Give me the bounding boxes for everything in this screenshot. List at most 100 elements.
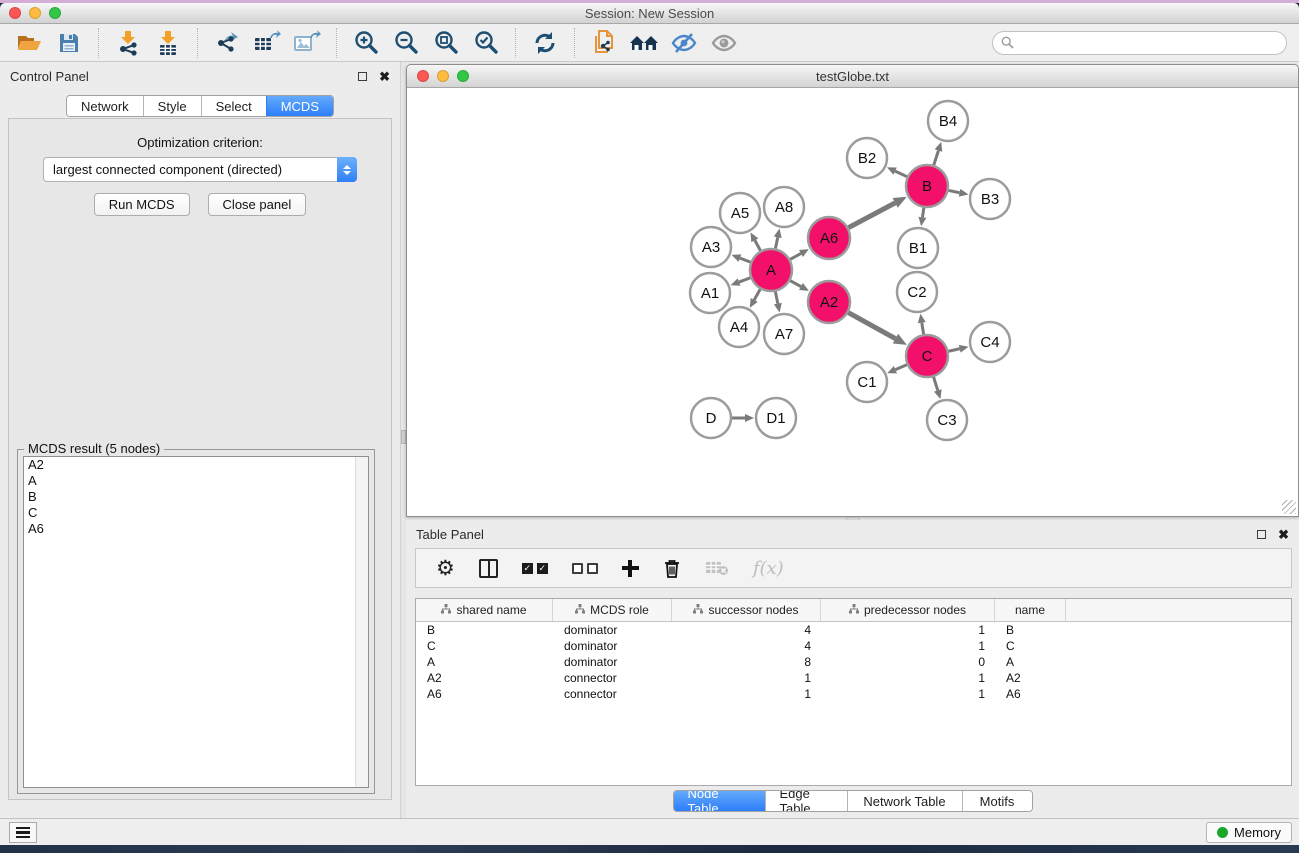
tab-network-table[interactable]: Network Table [847, 791, 962, 811]
table-cell: dominator [553, 639, 672, 653]
graph-node-label: B2 [858, 150, 876, 167]
minimize-window-button[interactable] [29, 7, 41, 19]
tab-edge-table[interactable]: Edge Table [765, 791, 847, 811]
table-options-gear-icon[interactable]: ⚙ [436, 556, 455, 580]
function-builder-icon[interactable]: f(x) [753, 556, 784, 580]
table-cell: dominator [553, 623, 672, 637]
graph-edge-A6-B[interactable] [848, 203, 895, 228]
import-network-icon[interactable] [113, 28, 143, 58]
tab-motifs[interactable]: Motifs [962, 791, 1032, 811]
graph-edge-A-A5[interactable] [755, 240, 761, 250]
graph-edge-A-A7[interactable] [775, 292, 777, 304]
column-header-predecessor-nodes[interactable]: predecessor nodes [821, 599, 995, 621]
result-list-item[interactable]: A6 [24, 521, 368, 537]
node-table[interactable]: shared nameMCDS rolesuccessor nodesprede… [415, 598, 1292, 786]
zoom-selected-icon[interactable] [471, 28, 501, 58]
graph-node-label: C3 [937, 412, 956, 429]
export-table-icon[interactable] [252, 28, 282, 58]
close-table-panel-icon[interactable]: ✖ [1278, 528, 1289, 541]
zoom-out-icon[interactable] [391, 28, 421, 58]
graph-edge-B-B1[interactable] [922, 208, 923, 218]
float-panel-icon[interactable] [358, 72, 367, 81]
graph-edge-C-C3[interactable] [934, 377, 938, 390]
refresh-layout-icon[interactable] [530, 28, 560, 58]
graph-edge-B-B4[interactable] [934, 150, 939, 165]
graph-edge-C-C1[interactable] [895, 365, 906, 370]
table-row[interactable]: A2connector11A2 [416, 670, 1291, 686]
graph-edge-A-A1[interactable] [739, 278, 750, 282]
copy-network-icon[interactable] [589, 28, 619, 58]
tab-select[interactable]: Select [201, 96, 266, 116]
table-row[interactable]: Cdominator41C [416, 638, 1291, 654]
column-header-MCDS-role[interactable]: MCDS role [553, 599, 672, 621]
graph-edge-A-A8[interactable] [775, 237, 777, 248]
window-resize-grip[interactable] [1282, 500, 1296, 514]
mcds-result-list[interactable]: A2ABCA6 [23, 456, 369, 788]
column-header-successor-nodes[interactable]: successor nodes [672, 599, 821, 621]
task-history-icon[interactable] [9, 822, 37, 843]
run-mcds-button[interactable]: Run MCDS [94, 193, 190, 216]
column-visibility-icon[interactable] [479, 556, 498, 580]
control-panel-tabs: Network Style Select MCDS [0, 95, 400, 117]
memory-button[interactable]: Memory [1206, 822, 1292, 843]
graph-edge-A-A3[interactable] [740, 258, 751, 262]
result-list-item[interactable]: C [24, 505, 368, 521]
table-row[interactable]: Adominator80A [416, 654, 1291, 670]
result-list-item[interactable]: A2 [24, 457, 368, 473]
criterion-select[interactable]: largest connected component (directed) [43, 157, 357, 182]
close-panel-button[interactable]: Close panel [208, 193, 307, 216]
open-session-icon[interactable] [14, 28, 44, 58]
graph-edge-B-B2[interactable] [895, 171, 907, 177]
save-session-icon[interactable] [54, 28, 84, 58]
table-cell: 1 [821, 687, 995, 701]
tab-mcds[interactable]: MCDS [266, 96, 333, 116]
graph-edge-C-C4[interactable] [948, 349, 959, 352]
float-table-panel-icon[interactable] [1257, 530, 1266, 539]
graph-edge-A-A4[interactable] [754, 289, 760, 300]
tab-node-table[interactable]: Node Table [674, 791, 765, 811]
network-graph[interactable]: B4B2BB3A8A5A6A3B1AA1C2A2A4A7C4CC1C3DD1 [407, 89, 1298, 516]
export-network-icon[interactable] [212, 28, 242, 58]
close-network-window-button[interactable] [417, 70, 429, 82]
graph-edge-B-B3[interactable] [949, 190, 960, 192]
table-row[interactable]: Bdominator41B [416, 622, 1291, 638]
zoom-fit-icon[interactable] [431, 28, 461, 58]
home-views-icon[interactable] [629, 28, 659, 58]
edge-arrowhead [732, 254, 742, 261]
zoom-in-icon[interactable] [351, 28, 381, 58]
canvas-area: testGlobe.txt B4B2BB3A8A5A6A3B1AA1C2A2A4… [406, 62, 1299, 818]
graph-edge-A-A6[interactable] [790, 253, 801, 259]
graph-node-label: A2 [820, 294, 838, 311]
deselect-all-rows-icon[interactable] [572, 556, 598, 580]
tab-network[interactable]: Network [67, 96, 143, 116]
delete-table-icon[interactable] [705, 556, 729, 580]
control-panel: Control Panel ✖ Network Style Select MCD… [0, 62, 400, 818]
edge-arrowhead [774, 229, 782, 239]
result-list-item[interactable]: A [24, 473, 368, 489]
add-column-icon[interactable] [622, 556, 639, 580]
network-canvas[interactable]: B4B2BB3A8A5A6A3B1AA1C2A2A4A7C4CC1C3DD1 [407, 89, 1298, 516]
search-input[interactable] [992, 31, 1287, 55]
column-header-name[interactable]: name [995, 599, 1066, 621]
graph-edge-A2-C[interactable] [848, 313, 895, 339]
graph-edge-C-C2[interactable] [922, 323, 924, 335]
tab-style[interactable]: Style [143, 96, 201, 116]
export-image-icon[interactable] [292, 28, 322, 58]
close-panel-icon[interactable]: ✖ [379, 70, 390, 83]
zoom-window-button[interactable] [49, 7, 61, 19]
table-row[interactable]: A6connector11A6 [416, 686, 1291, 702]
edge-arrowhead [774, 303, 782, 313]
result-list-item[interactable]: B [24, 489, 368, 505]
table-cell: 1 [821, 639, 995, 653]
hide-details-icon[interactable] [669, 28, 699, 58]
minimize-network-window-button[interactable] [437, 70, 449, 82]
result-list-scrollbar[interactable] [355, 457, 368, 787]
show-details-icon[interactable] [709, 28, 739, 58]
zoom-network-window-button[interactable] [457, 70, 469, 82]
select-all-rows-icon[interactable]: ✓✓ [522, 556, 548, 580]
delete-column-icon[interactable] [663, 556, 681, 580]
import-table-icon[interactable] [153, 28, 183, 58]
graph-edge-A-A2[interactable] [790, 281, 801, 287]
column-header-shared-name[interactable]: shared name [416, 599, 553, 621]
close-window-button[interactable] [9, 7, 21, 19]
